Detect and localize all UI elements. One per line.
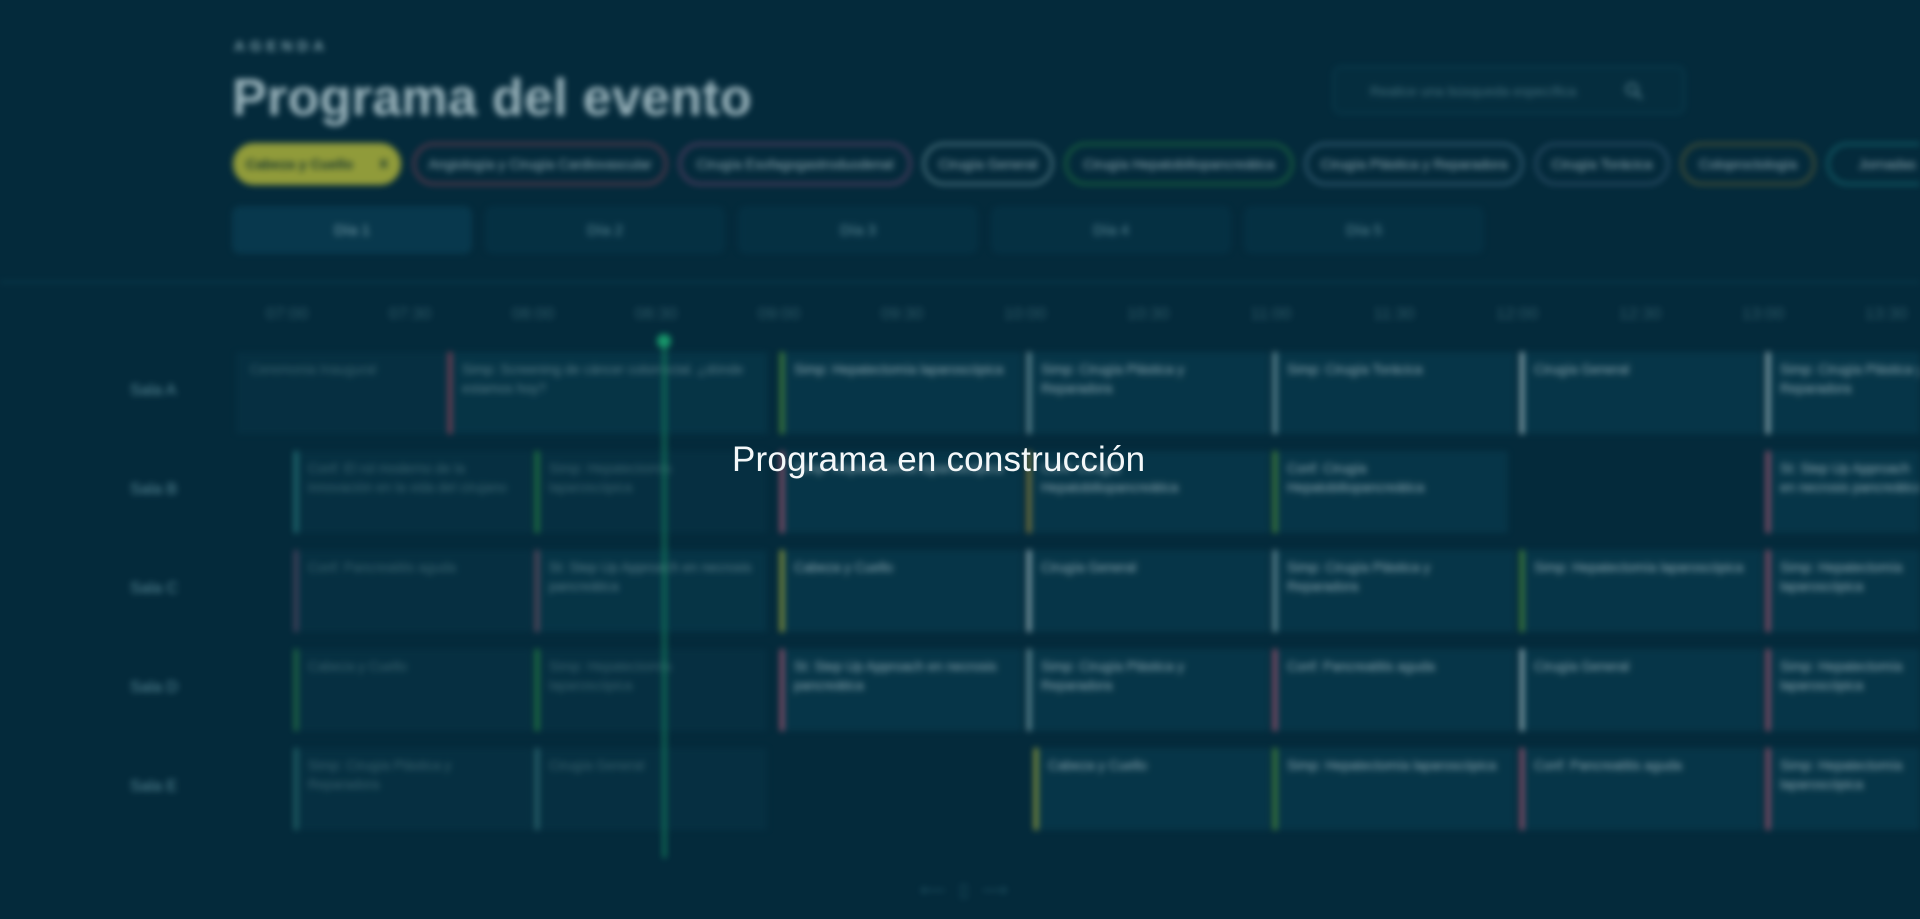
overlay-message: Programa en construcción [732, 440, 1146, 479]
construction-overlay: Programa en construcción [0, 0, 1920, 919]
